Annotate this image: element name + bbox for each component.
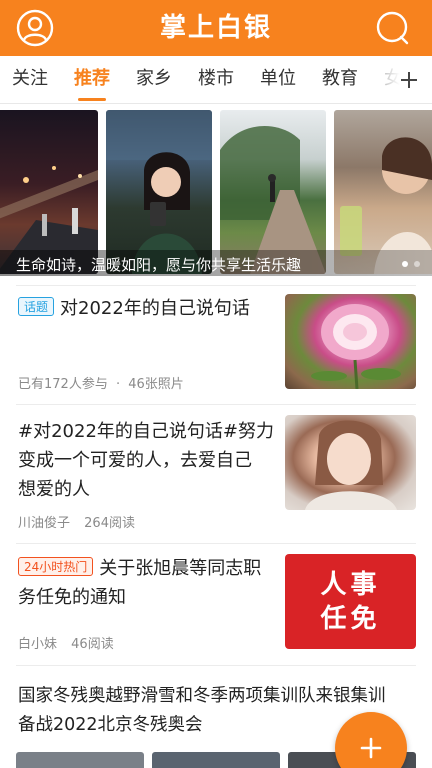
rose-thumbnail	[285, 294, 416, 389]
feed-item-title: 24小时热门 关于张旭晨等同志职 务任免的通知	[18, 554, 280, 612]
tab-danwei[interactable]: 单位	[260, 56, 296, 103]
feed-item-post[interactable]: #对2022年的自己说句话#努力 变成一个可爱的人，去爱自己 想爱的人 川油俊子…	[0, 405, 432, 543]
feed-item-title: #对2022年的自己说句话#努力 变成一个可爱的人，去爱自己 想爱的人	[18, 417, 280, 504]
news-photo-1	[16, 752, 144, 768]
renshi-line-2: 任免	[320, 603, 381, 634]
author-name: 川油俊子	[18, 516, 71, 531]
feed-item-meta: 已有172人参与 · 46张照片	[18, 373, 184, 392]
tab-jiaoyu[interactable]: 教育	[322, 56, 358, 103]
feed-item-meta: 白小妹 46阅读	[18, 633, 114, 652]
title-line-2: 务任免的通知	[18, 587, 126, 608]
rose-image	[311, 304, 401, 389]
author-name: 白小妹	[18, 637, 58, 652]
tab-jiaxiang[interactable]: 家乡	[136, 56, 172, 103]
hot-badge: 24小时热门	[18, 557, 94, 576]
plus-icon	[360, 737, 382, 759]
meta-separator: ·	[115, 377, 121, 392]
participants-count: 已有172人参与	[18, 377, 108, 392]
portrait-thumbnail	[285, 415, 416, 510]
channel-tabs: 关注 推荐 家乡 楼市 单位 教育 女	[0, 56, 432, 104]
feed-item-title: 话题 对2022年的自己说句话	[18, 294, 278, 323]
more-channels-button[interactable]	[378, 56, 432, 103]
tab-guanzhu[interactable]: 关注	[12, 56, 48, 103]
feed-item-topic[interactable]: 话题 对2022年的自己说句话 已有172人参与 · 46张照片	[0, 286, 432, 402]
feed-title-text: 对2022年的自己说句话	[60, 298, 250, 319]
news-photo-2	[152, 752, 280, 768]
title-line-2: 变成一个可爱的人，去爱自己	[18, 450, 252, 471]
feed-item-notice[interactable]: 24小时热门 关于张旭晨等同志职 务任免的通知 白小妹 46阅读 人事 任免	[0, 544, 432, 664]
portrait-image	[305, 420, 397, 510]
search-button[interactable]	[372, 7, 414, 49]
read-count: 46阅读	[71, 637, 114, 652]
carousel-indicator	[402, 261, 420, 267]
active-tab-indicator	[78, 98, 106, 101]
read-count: 264阅读	[84, 516, 135, 531]
photo-count: 46张照片	[128, 377, 184, 392]
renshi-label: 人事 任免	[320, 568, 380, 636]
tab-tuijian[interactable]: 推荐	[74, 56, 110, 103]
app-header: 掌上白银	[0, 0, 432, 56]
plus-icon	[401, 72, 417, 88]
search-icon	[376, 11, 409, 45]
title-line-1: #对2022年的自己说句话#努力	[18, 421, 274, 442]
carousel-caption: 生命如诗，温暖如阳，愿与你共享生活乐趣	[16, 256, 302, 274]
photo-carousel[interactable]: 生命如诗，温暖如阳，愿与你共享生活乐趣	[0, 110, 432, 276]
title-line-1: 关于张旭晨等同志职	[99, 558, 262, 579]
carousel-dot-active	[402, 261, 408, 267]
title-line-1: 国家冬残奥越野滑雪和冬季两项集训队来银集训	[18, 686, 386, 706]
app-title: 掌上白银	[159, 13, 272, 43]
title-line-3: 想爱的人	[18, 479, 90, 500]
renshi-line-1: 人事	[320, 569, 381, 600]
feed-item-meta: 川油俊子 264阅读	[18, 512, 135, 531]
topic-badge: 话题	[18, 297, 55, 316]
tab-loushi[interactable]: 楼市	[198, 56, 234, 103]
renshi-thumbnail: 人事 任免	[285, 554, 416, 649]
carousel-dot	[414, 261, 420, 267]
